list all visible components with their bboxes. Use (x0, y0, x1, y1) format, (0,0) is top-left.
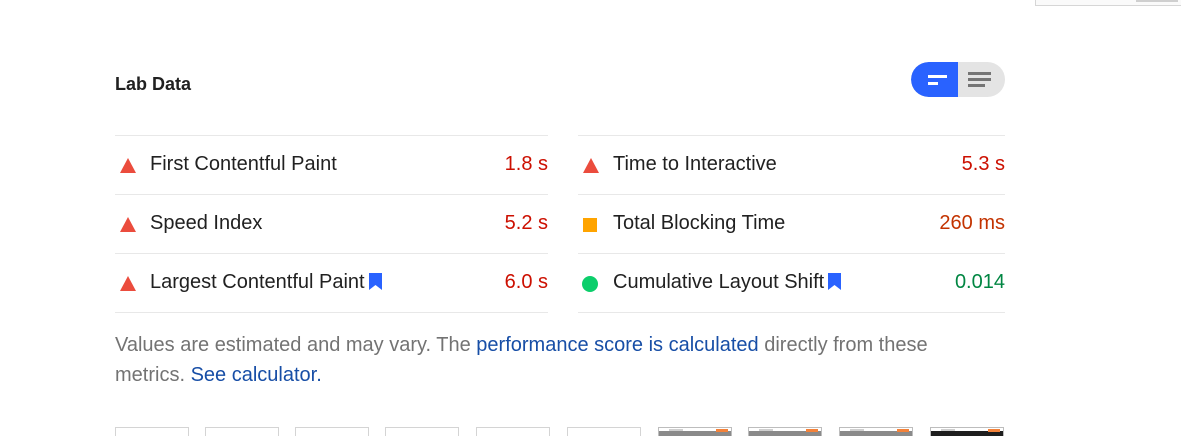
red-triangle-icon (120, 217, 136, 232)
list-view-button[interactable] (958, 62, 1005, 97)
filmstrip-frame[interactable] (205, 427, 279, 436)
metric-label: Total Blocking Time (613, 212, 786, 234)
red-triangle-icon (583, 158, 599, 173)
page-thumbnail (1035, 0, 1181, 6)
metric-value: 5.2 s (504, 212, 548, 234)
metric-total-blocking-time: Total Blocking Time 260 ms (578, 195, 1005, 254)
bookmark-icon[interactable] (368, 273, 382, 296)
filmstrip-frame[interactable] (385, 427, 459, 436)
metric-cumulative-layout-shift: Cumulative Layout Shift 0.014 (578, 254, 1005, 313)
metrics-column-left: First Contentful Paint 1.8 s Speed Index… (115, 135, 548, 313)
metric-value: 5.3 s (961, 153, 1005, 175)
filmstrip-frame[interactable] (930, 427, 1004, 436)
filmstrip-frame[interactable] (748, 427, 822, 436)
red-triangle-icon (120, 158, 136, 173)
see-calculator-link[interactable]: See calculator. (191, 364, 322, 386)
description-text: Values are estimated and may vary. The (115, 334, 477, 356)
metric-label: Time to Interactive (613, 153, 777, 175)
metric-speed-index: Speed Index 5.2 s (115, 195, 548, 254)
filmstrip-frame[interactable] (295, 427, 369, 436)
summary-view-button[interactable] (911, 62, 958, 97)
metric-value: 6.0 s (504, 271, 548, 293)
metrics-description: Values are estimated and may vary. The p… (115, 330, 975, 390)
filmstrip (115, 427, 1005, 436)
metric-largest-contentful-paint: Largest Contentful Paint 6.0 s (115, 254, 548, 313)
filmstrip-frame[interactable] (658, 427, 732, 436)
metric-time-to-interactive: Time to Interactive 5.3 s (578, 136, 1005, 195)
metric-value: 1.8 s (504, 153, 548, 175)
metric-label: Largest Contentful Paint (150, 271, 382, 296)
green-circle-icon (582, 276, 598, 292)
performance-score-link[interactable]: performance score is calculated (476, 334, 758, 356)
filmstrip-frame[interactable] (115, 427, 189, 436)
bookmark-icon[interactable] (828, 273, 842, 296)
metrics-column-right: Time to Interactive 5.3 s Total Blocking… (578, 135, 1005, 313)
section-title: Lab Data (115, 74, 192, 94)
metric-label: Cumulative Layout Shift (613, 271, 842, 296)
metric-label: First Contentful Paint (150, 153, 337, 175)
filmstrip-frame[interactable] (839, 427, 913, 436)
orange-square-icon (583, 218, 597, 232)
view-toggle[interactable] (911, 62, 1005, 97)
metric-value: 260 ms (939, 212, 1005, 234)
red-triangle-icon (120, 276, 136, 291)
metric-label: Speed Index (150, 212, 263, 234)
filmstrip-frame[interactable] (567, 427, 641, 436)
metric-first-contentful-paint: First Contentful Paint 1.8 s (115, 136, 548, 195)
metric-value: 0.014 (954, 271, 1005, 293)
filmstrip-frame[interactable] (476, 427, 550, 436)
